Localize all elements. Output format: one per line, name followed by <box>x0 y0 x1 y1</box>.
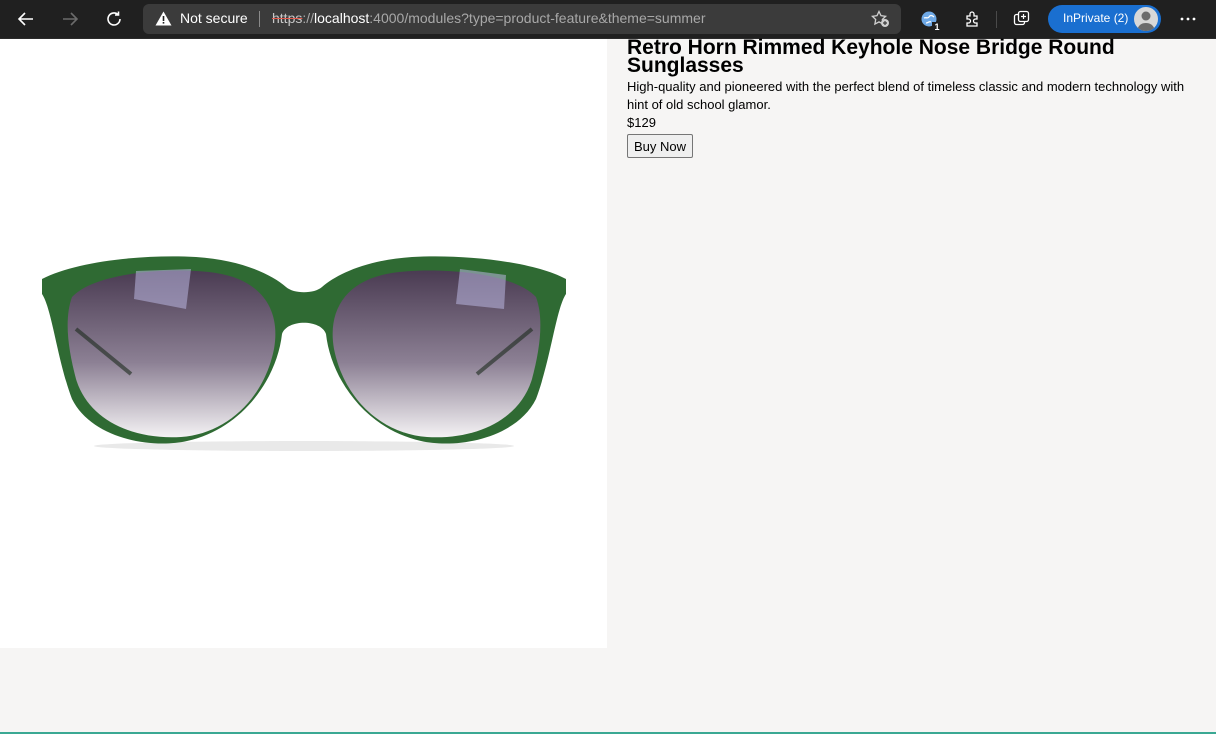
forward-icon <box>63 12 79 26</box>
url-text[interactable]: https://localhost:4000/modules?type=prod… <box>272 10 706 26</box>
more-button[interactable] <box>1173 4 1203 34</box>
security-status[interactable]: Not secure <box>180 10 248 26</box>
extensions-icon <box>966 11 978 27</box>
product-price: $129 <box>627 115 656 130</box>
address-divider <box>259 11 260 27</box>
collections-icon <box>1013 10 1030 26</box>
warning-icon <box>155 11 172 26</box>
collections-button[interactable] <box>1007 4 1037 34</box>
product-description: High-quality and pioneered with the perf… <box>627 79 1185 112</box>
url-path: :4000/modules?type=product-feature&theme… <box>369 10 706 26</box>
buy-now-button[interactable]: Buy Now <box>627 134 694 158</box>
address-bar[interactable]: Not secure https://localhost:4000/module… <box>143 4 901 34</box>
product-info: Retro Horn Rimmed Keyhole Nose Bridge Ro… <box>627 36 1187 158</box>
favorite-add-icon[interactable] <box>871 10 890 28</box>
inprivate-label: InPrivate (2) <box>1063 11 1129 25</box>
product-title: Retro Horn Rimmed Keyhole Nose Bridge Ro… <box>627 36 1115 77</box>
forward-button[interactable] <box>55 4 85 34</box>
refresh-icon <box>107 11 121 26</box>
toolbar-divider <box>996 11 997 28</box>
more-icon <box>1180 17 1196 21</box>
back-icon <box>17 12 33 26</box>
browser-toolbar: Not secure https://localhost:4000/module… <box>0 0 1216 39</box>
extensions-button[interactable] <box>958 4 988 34</box>
essentials-badge: 1 <box>932 22 942 33</box>
sunglasses-image <box>42 256 566 451</box>
product-image-panel <box>0 39 607 648</box>
url-protocol: https <box>272 10 303 26</box>
url-separator: :// <box>302 10 315 26</box>
refresh-button[interactable] <box>99 4 129 34</box>
url-host: localhost <box>314 10 370 26</box>
inprivate-button[interactable]: InPrivate (2) <box>1048 5 1161 33</box>
profile-avatar-icon <box>1134 7 1158 31</box>
back-button[interactable] <box>11 4 41 34</box>
